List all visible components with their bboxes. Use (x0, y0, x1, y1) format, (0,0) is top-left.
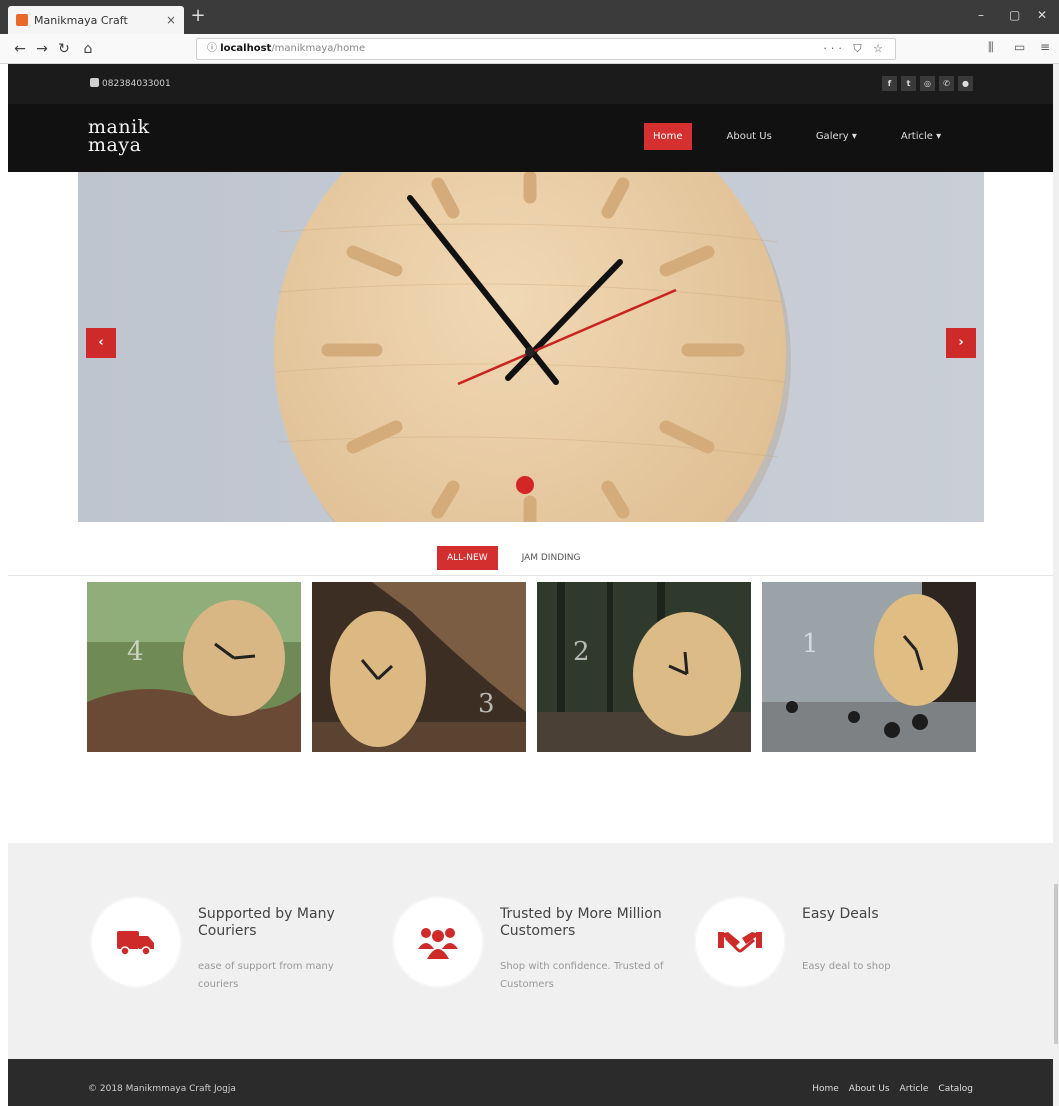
tab-title: Manikmaya Craft (34, 13, 128, 27)
instagram-icon[interactable]: ◎ (920, 76, 935, 91)
footer-link-about-us[interactable]: About Us (849, 1084, 890, 1094)
section-divider (8, 575, 1053, 576)
browser-tab[interactable]: Manikmaya Craft × (8, 6, 184, 34)
nav-home[interactable]: Home (644, 123, 692, 150)
slider-prev-button[interactable]: ‹ (86, 328, 116, 358)
minimize-icon[interactable]: – (978, 8, 984, 22)
product-image: 2 (537, 582, 751, 752)
close-tab-icon[interactable]: × (166, 13, 176, 27)
browser-toolbar: ← → ↻ ⌂ ⓘ localhost/manikmaya/home ··· ⛉… (0, 34, 1059, 64)
info-icon[interactable]: ⓘ (207, 43, 220, 54)
site-topbar: 082384033001 f t ◎ ✆ ● (8, 64, 1053, 104)
url-path: /manikmaya/home (271, 43, 366, 54)
slider-indicator-dot[interactable] (516, 476, 534, 494)
email-icon[interactable]: ● (958, 76, 973, 91)
phone-contact: 082384033001 (90, 78, 171, 89)
reload-icon[interactable]: ↻ (54, 39, 74, 59)
facebook-icon[interactable]: f (882, 76, 897, 91)
product-thumb[interactable]: 4 (87, 582, 301, 752)
twitter-icon[interactable]: t (901, 76, 916, 91)
svg-text:2: 2 (573, 637, 590, 667)
product-image: 3 (312, 582, 526, 752)
logo-line-2: maya (88, 134, 142, 156)
site-logo[interactable]: manik maya (88, 118, 150, 156)
footer-link-article[interactable]: Article (900, 1084, 929, 1094)
main-menu: Home About Us Galery ▾ Article ▾ (644, 123, 976, 150)
menu-icon[interactable]: ≡ (1040, 40, 1050, 54)
tab-jam-dinding[interactable]: JAM DINDING (512, 546, 591, 570)
product-thumb[interactable]: 1 (762, 582, 976, 752)
nav-about-us[interactable]: About Us (718, 123, 781, 150)
footer-link-catalog[interactable]: Catalog (938, 1084, 973, 1094)
users-icon (418, 928, 458, 959)
url-bar[interactable]: ⓘ localhost/manikmaya/home ··· ⛉ ☆ (196, 38, 896, 60)
site-favicon-icon (16, 14, 28, 26)
maximize-icon[interactable]: ▢ (1009, 8, 1020, 22)
product-gallery: 4 3 2 1 (87, 582, 976, 752)
feature-title: Supported by Many Couriers (198, 906, 335, 939)
feature-icon-circle (92, 898, 180, 986)
product-thumb[interactable]: 3 (312, 582, 526, 752)
copyright-text: © 2018 Manikmmaya Craft Jogja (88, 1084, 236, 1094)
product-filter-tabs: ALL-NEW JAM DINDING (437, 546, 604, 570)
nav-galery-dropdown[interactable]: Galery ▾ (807, 123, 866, 150)
feature-description: ease of support from many couriers (198, 961, 334, 990)
tab-all-new[interactable]: ALL-NEW (437, 546, 498, 570)
handshake-icon (718, 932, 762, 953)
forward-icon[interactable]: → (32, 39, 52, 59)
product-thumb[interactable]: 2 (537, 582, 751, 752)
phone-icon (90, 78, 99, 87)
feature-icon-circle (696, 898, 784, 986)
slider-next-button[interactable]: › (946, 328, 976, 358)
nav-article-dropdown[interactable]: Article ▾ (892, 123, 950, 150)
feature-icon-circle (394, 898, 482, 986)
phone-number: 082384033001 (102, 79, 171, 89)
hero-clock-image (78, 172, 984, 522)
feature-title: Trusted by More Million Customers (500, 906, 662, 939)
url-actions-icon[interactable]: ··· ⛉ ☆ (823, 39, 887, 59)
feature-description: Shop with confidence. Trusted of Custome… (500, 961, 664, 990)
sidebar-icon[interactable]: ▭ (1014, 40, 1025, 54)
close-window-icon[interactable]: ✕ (1037, 8, 1047, 22)
product-image: 4 (87, 582, 301, 752)
home-icon[interactable]: ⌂ (78, 39, 98, 59)
truck-icon (117, 931, 154, 956)
feature-description: Easy deal to shop (802, 961, 891, 972)
svg-text:1: 1 (802, 629, 819, 659)
hero-slider: ‹ › (78, 172, 984, 522)
scrollbar-thumb[interactable] (1054, 884, 1058, 1044)
features-section: Supported by Many Couriers ease of suppo… (8, 843, 1053, 1059)
back-icon[interactable]: ← (10, 39, 30, 59)
svg-text:3: 3 (478, 689, 495, 719)
new-tab-button[interactable]: + (190, 7, 206, 25)
product-image: 1 (762, 582, 976, 752)
social-links: f t ◎ ✆ ● (882, 76, 973, 91)
page-scrollbar[interactable] (1053, 64, 1059, 1106)
feature-title: Easy Deals (802, 906, 879, 922)
url-host: localhost (220, 43, 272, 54)
library-icon[interactable]: ⫼ (988, 40, 994, 55)
svg-text:4: 4 (127, 637, 144, 667)
whatsapp-icon[interactable]: ✆ (939, 76, 954, 91)
footer-links: Home About Us Article Catalog (812, 1084, 973, 1094)
footer-link-home[interactable]: Home (812, 1084, 839, 1094)
browser-titlebar: Manikmaya Craft × + – ▢ ✕ (0, 0, 1059, 34)
site-navbar: manik maya Home About Us Galery ▾ Articl… (8, 104, 1053, 172)
site-footer: © 2018 Manikmmaya Craft Jogja Home About… (8, 1059, 1053, 1106)
